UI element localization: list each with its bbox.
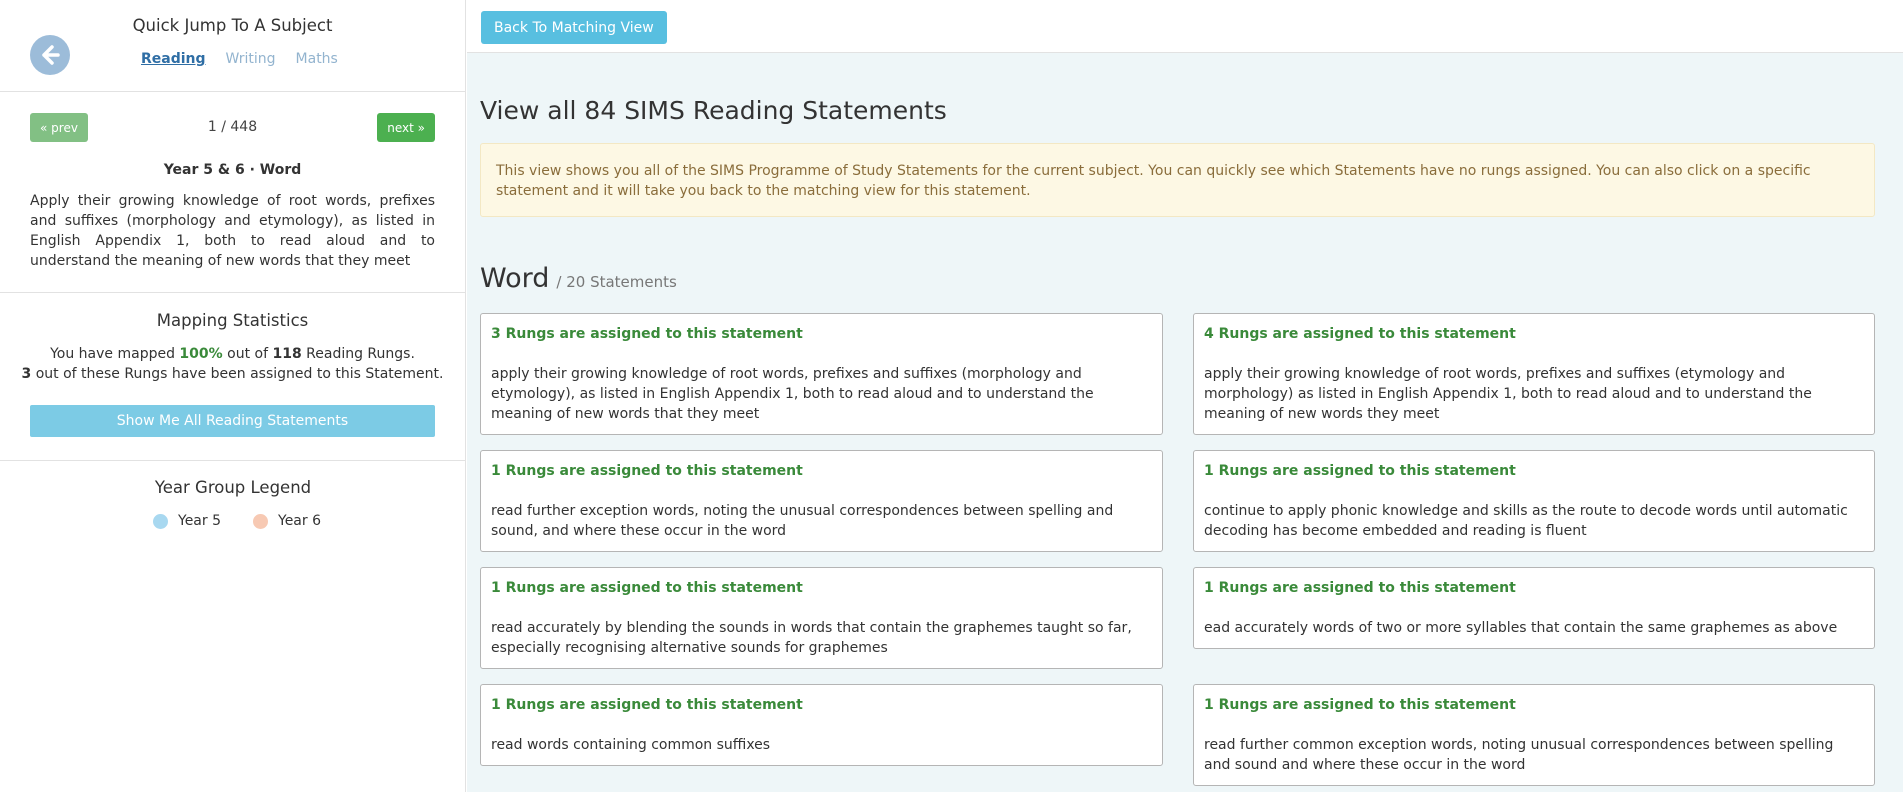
mapping-statistics: Mapping Statistics You have mapped 100% … (0, 293, 465, 461)
statement-text: Apply their growing knowledge of root wo… (30, 193, 435, 269)
info-alert: This view shows you all of the SIMS Prog… (480, 143, 1875, 217)
card-statement-text: apply their growing knowledge of root wo… (491, 366, 1094, 422)
tab-writing[interactable]: Writing (226, 51, 276, 67)
page-title: View all 84 SIMS Reading Statements (480, 96, 947, 125)
statement-card[interactable]: 4 Rungs are assigned to this statement a… (1193, 313, 1875, 435)
year5-dot-icon (153, 513, 168, 529)
show-all-statements-button[interactable]: Show Me All Reading Statements (30, 405, 435, 437)
section-count: / 20 Statements (556, 273, 677, 291)
card-rung-count: 1 Rungs are assigned to this statement (1204, 697, 1516, 713)
back-to-matching-view-button[interactable]: Back To Matching View (481, 11, 667, 44)
section-title: Word (480, 263, 550, 294)
legend-label: Year 5 (178, 513, 221, 529)
card-rung-count: 1 Rungs are assigned to this statement (491, 697, 803, 713)
legend-item-year6: Year 6 (253, 513, 321, 529)
card-statement-text: read accurately by blending the sounds i… (491, 620, 1132, 656)
statement-card[interactable]: 1 Rungs are assigned to this statement e… (1193, 567, 1875, 649)
card-rung-count: 3 Rungs are assigned to this statement (491, 326, 803, 342)
card-statement-text: apply their growing knowledge of root wo… (1204, 366, 1812, 422)
stats-percent: 100% (179, 346, 223, 362)
card-statement-text: ead accurately words of two or more syll… (1204, 620, 1838, 636)
back-arrow-icon[interactable] (30, 35, 70, 75)
stats-assigned-line: 3 out of these Rungs have been assigned … (0, 366, 465, 382)
card-statement-text: read further exception words, noting the… (491, 503, 1114, 539)
quick-jump-title: Quick Jump To A Subject (132, 16, 333, 35)
year6-dot-icon (253, 513, 268, 529)
legend-title: Year Group Legend (154, 478, 312, 497)
stats-title: Mapping Statistics (156, 311, 309, 330)
stats-text: out of (222, 346, 273, 362)
stats-assigned-count: 3 (21, 366, 32, 382)
subject-tabs: Reading Writing Maths (141, 51, 358, 67)
top-bar: Back To Matching View (467, 0, 1903, 53)
card-statement-text: read further common exception words, not… (1204, 737, 1834, 773)
section-header: Word / 20 Statements (480, 263, 677, 294)
year-legend: Year 5 Year 6 (153, 513, 353, 529)
statement-heading: Year 5 & 6 · Word (163, 162, 302, 178)
tab-maths[interactable]: Maths (296, 51, 338, 67)
statement-card[interactable]: 3 Rungs are assigned to this statement a… (480, 313, 1163, 435)
statement-card[interactable]: 1 Rungs are assigned to this statement r… (1193, 684, 1875, 786)
statement-card[interactable]: 1 Rungs are assigned to this statement r… (480, 450, 1163, 552)
quick-jump-panel: Quick Jump To A Subject Reading Writing … (0, 0, 465, 92)
card-statement-text: read words containing common suffixes (491, 737, 771, 753)
card-rung-count: 1 Rungs are assigned to this statement (491, 580, 803, 596)
card-rung-count: 1 Rungs are assigned to this statement (1204, 463, 1516, 479)
card-statement-text: continue to apply phonic knowledge and s… (1204, 503, 1848, 539)
legend-item-year5: Year 5 (153, 513, 221, 529)
stats-total: 118 (272, 346, 302, 362)
next-button[interactable]: next » (377, 113, 435, 142)
stats-text: Reading Rungs. (301, 346, 415, 362)
stats-mapped-line: You have mapped 100% out of 118 Reading … (0, 346, 465, 362)
stats-text: You have mapped (50, 346, 180, 362)
sidebar: Quick Jump To A Subject Reading Writing … (0, 0, 466, 792)
main-content: Back To Matching View View all 84 SIMS R… (467, 0, 1903, 792)
statement-card[interactable]: 1 Rungs are assigned to this statement c… (1193, 450, 1875, 552)
stats-text: out of these Rungs have been assigned to… (31, 366, 444, 382)
card-rung-count: 4 Rungs are assigned to this statement (1204, 326, 1516, 342)
statement-card[interactable]: 1 Rungs are assigned to this statement r… (480, 684, 1163, 766)
statement-navigator: « prev 1 / 448 next » Year 5 & 6 · Word … (0, 92, 465, 293)
card-rung-count: 1 Rungs are assigned to this statement (491, 463, 803, 479)
statement-card[interactable]: 1 Rungs are assigned to this statement r… (480, 567, 1163, 669)
legend-label: Year 6 (278, 513, 321, 529)
tab-reading[interactable]: Reading (141, 51, 206, 67)
card-rung-count: 1 Rungs are assigned to this statement (1204, 580, 1516, 596)
